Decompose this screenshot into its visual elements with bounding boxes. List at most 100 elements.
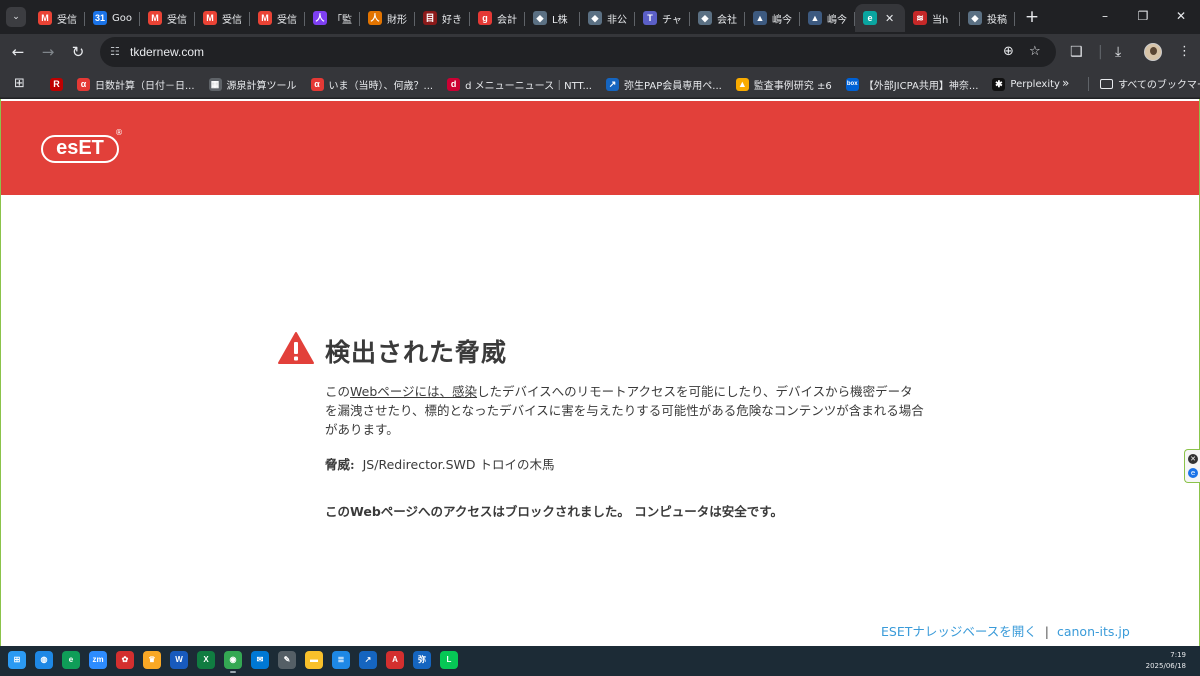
warning-icon bbox=[278, 332, 314, 364]
tab[interactable]: 人財形 bbox=[360, 4, 415, 32]
close-window-button[interactable]: ✕ bbox=[1166, 6, 1196, 26]
all-bookmarks-button[interactable]: すべてのブックマーク bbox=[1100, 76, 1200, 91]
address-url[interactable]: tkdernew.com bbox=[130, 45, 204, 59]
bookmark-item[interactable]: α いま（当時）、何歳？... bbox=[310, 77, 434, 92]
tab-label: 嶋今 bbox=[772, 14, 792, 26]
tab[interactable]: ▲ 嶋今 bbox=[745, 4, 800, 32]
app-trophy-icon[interactable]: ♛ bbox=[143, 651, 161, 669]
tab[interactable]: ◆ L株 bbox=[525, 4, 580, 32]
registered-mark: ® bbox=[115, 128, 123, 137]
tab[interactable]: ◆ 非公 bbox=[580, 4, 635, 32]
tab[interactable]: g 会計 bbox=[470, 4, 525, 32]
tab-label: 受信 bbox=[57, 14, 77, 26]
bookmarks-overflow-icon[interactable]: » bbox=[1062, 76, 1069, 90]
new-tab-button[interactable]: + bbox=[1022, 7, 1042, 27]
tab-search-button[interactable]: ⌄ bbox=[6, 7, 26, 27]
mail-icon[interactable]: ✉ bbox=[251, 651, 269, 669]
eset-logo: esET bbox=[41, 135, 119, 163]
perplexity-icon: ✱ bbox=[992, 77, 1006, 91]
bookmark-item[interactable]: ✱ Perplexity bbox=[992, 77, 1060, 91]
tab[interactable]: ≋ 当h bbox=[905, 4, 960, 32]
docomo-icon: d bbox=[447, 77, 461, 91]
app-blue-icon[interactable]: ≣ bbox=[332, 651, 350, 669]
reload-button[interactable]: ↻ bbox=[68, 42, 88, 62]
bank-icon: ▲ bbox=[753, 11, 767, 25]
minimize-button[interactable]: – bbox=[1090, 6, 1120, 26]
apps-grid-icon[interactable]: ⊞ bbox=[14, 77, 25, 91]
line-icon[interactable]: L bbox=[440, 651, 458, 669]
acrobat-icon[interactable]: A bbox=[386, 651, 404, 669]
bookmark-item[interactable]: ▦ 源泉計算ツール bbox=[208, 77, 297, 92]
edge-icon[interactable]: e bbox=[62, 651, 80, 669]
canon-its-link[interactable]: canon-its.jp bbox=[1057, 624, 1130, 639]
taskbar-icons: ⊞ ◍ e zm ✿ ♛ W X ◉ ✉ ✎ ▬ ≣ ↗ A 弥 L bbox=[8, 651, 467, 673]
bookmark-label: 弥生PAP会員専用ペ... bbox=[624, 80, 722, 92]
bookmark-item[interactable]: R bbox=[50, 77, 63, 91]
start-icon[interactable]: ⊞ bbox=[8, 651, 26, 669]
edge-globe-icon[interactable]: ◍ bbox=[35, 651, 53, 669]
tab[interactable]: M 受信 bbox=[195, 4, 250, 32]
menu-icon[interactable]: ⋮ bbox=[1178, 43, 1191, 61]
app-arrow-icon[interactable]: ↗ bbox=[359, 651, 377, 669]
tab-label: 財形 bbox=[387, 14, 407, 26]
tab[interactable]: ◆ 会社 bbox=[690, 4, 745, 32]
zoom-icon[interactable]: zm bbox=[89, 651, 107, 669]
image-icon: ▲ bbox=[735, 77, 749, 91]
edge-sidebar-icon[interactable]: e bbox=[1188, 468, 1198, 478]
bookmark-label: Perplexity bbox=[1010, 78, 1060, 90]
forward-button[interactable]: → bbox=[38, 42, 58, 62]
bookmark-list: Rα 日数計算（日付－日... ▦ 源泉計算ツール α いま（当時）、何歳？... d d メ… bbox=[50, 75, 1074, 93]
yayoi-icon: ↗ bbox=[606, 77, 619, 91]
tab-label: 受信 bbox=[222, 14, 242, 26]
pen-icon[interactable]: ✎ bbox=[278, 651, 296, 669]
site-info-icon[interactable]: ☷ bbox=[110, 45, 124, 59]
tab[interactable]: ◆ 投稿 bbox=[960, 4, 1015, 32]
bookmark-item[interactable]: d d メニューニュース｜NTT... bbox=[447, 77, 592, 92]
user-icon: 人 bbox=[368, 11, 382, 25]
clock-time: 7:19 bbox=[1170, 651, 1186, 659]
tab[interactable]: ▲ 嶋今 bbox=[800, 4, 855, 32]
profile-avatar[interactable] bbox=[1144, 43, 1162, 61]
bookmark-item[interactable]: α 日数計算（日付－日... bbox=[77, 77, 195, 92]
tab[interactable]: M 受信 bbox=[30, 4, 85, 32]
chrome-icon[interactable]: ◉ bbox=[224, 651, 242, 673]
bookmark-label: d メニューニュース｜NTT... bbox=[465, 80, 592, 92]
desc-link[interactable]: Webページには、感染 bbox=[350, 384, 477, 399]
bookmark-label: いま（当時）、何歳？... bbox=[328, 80, 434, 92]
tab[interactable]: M 受信 bbox=[140, 4, 195, 32]
system-clock[interactable]: 7:19 2025/06/18 bbox=[1146, 650, 1186, 672]
alpha-icon: α bbox=[77, 77, 90, 91]
yayoi-icon[interactable]: 弥 bbox=[413, 651, 431, 669]
app-red-icon[interactable]: ✿ bbox=[116, 651, 134, 669]
box-icon: box bbox=[845, 77, 859, 91]
bookmark-star-icon[interactable]: ☆ bbox=[1029, 44, 1041, 60]
tab[interactable]: M 受信 bbox=[250, 4, 305, 32]
restore-button[interactable]: ❐ bbox=[1128, 6, 1158, 26]
excel-icon[interactable]: X bbox=[197, 651, 215, 669]
knowledge-base-link[interactable]: ESETナレッジベースを開く bbox=[881, 624, 1037, 639]
explorer-icon[interactable]: ▬ bbox=[305, 651, 323, 669]
tab-close-icon[interactable]: ✕ bbox=[885, 12, 894, 25]
tab[interactable]: 目好き bbox=[415, 4, 470, 32]
tab[interactable]: 人「監 bbox=[305, 4, 360, 32]
tab-label: Goo bbox=[112, 12, 132, 24]
bookmark-item[interactable]: box 【外部JICPA共用】神奈... bbox=[845, 77, 978, 92]
word-icon[interactable]: W bbox=[170, 651, 188, 669]
tab-label: 受信 bbox=[167, 14, 187, 26]
tab-active[interactable]: e ✕ bbox=[855, 4, 905, 32]
rakuten-icon: R bbox=[50, 77, 63, 91]
bookmark-label: 日数計算（日付－日... bbox=[95, 80, 195, 92]
gmail-icon: M bbox=[258, 11, 272, 25]
tab[interactable]: T チャ bbox=[635, 4, 690, 32]
tab[interactable]: 31 Goo bbox=[85, 4, 140, 32]
bookmark-item[interactable]: ↗ 弥生PAP会員専用ペ... bbox=[606, 77, 722, 92]
extensions-icon[interactable]: ❑ bbox=[1070, 43, 1083, 61]
address-bar[interactable]: ☷ tkdernew.com ⊕ ☆ bbox=[100, 37, 1056, 67]
threat-name-row: 脅威: JS/Redirector.SWD トロイの木馬 bbox=[325, 454, 555, 473]
zoom-icon[interactable]: ⊕ bbox=[1003, 44, 1014, 60]
download-icon[interactable]: ⤓ bbox=[1115, 43, 1121, 61]
bookmark-item[interactable]: ▲ 監査事例研究 ±6 bbox=[735, 77, 832, 92]
side-extension-panel[interactable]: ✕ e bbox=[1184, 449, 1200, 483]
close-icon[interactable]: ✕ bbox=[1188, 454, 1198, 464]
back-button[interactable]: ← bbox=[8, 42, 28, 62]
